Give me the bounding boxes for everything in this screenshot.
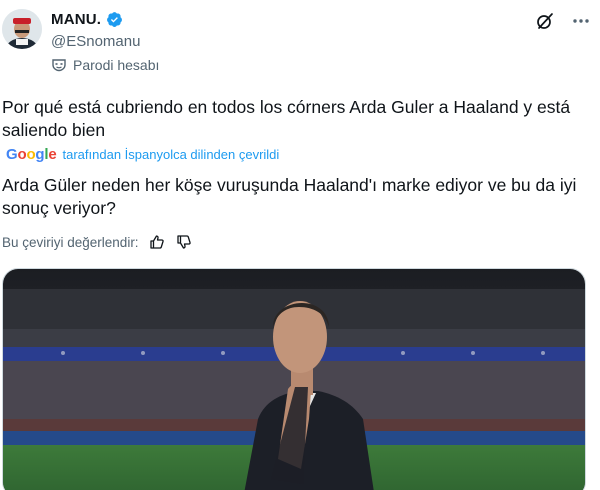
more-icon[interactable] [570,10,592,32]
thumbs-down-icon[interactable] [175,233,193,251]
thumbs-up-icon[interactable] [148,233,166,251]
verified-badge-icon [106,11,123,28]
google-logo: Google [6,146,57,163]
user-handle[interactable]: @ESnomanu [51,33,140,50]
translation-note-link[interactable]: tarafından İspanyolca dilinden çevrildi [63,147,280,162]
grok-icon[interactable] [534,10,556,32]
parody-text: Parodi hesabı [73,57,160,73]
tweet-translated-text: Arda Güler neden her köşe vuruşunda Haal… [2,175,577,218]
rate-translation: Bu çeviriyi değerlendir: [2,233,193,251]
rate-label: Bu çeviriyi değerlendir: [2,234,139,250]
mask-icon [51,57,67,73]
parody-label: Parodi hesabı [51,57,159,73]
tweet-original-text: Por qué está cubriendo en todos los córn… [2,97,571,140]
translation-attribution: Google tarafından İspanyolca dilinden çe… [6,146,279,163]
avatar[interactable] [2,9,42,49]
tweet-media-video[interactable] [2,268,586,490]
display-name[interactable]: MANU. [51,11,101,28]
